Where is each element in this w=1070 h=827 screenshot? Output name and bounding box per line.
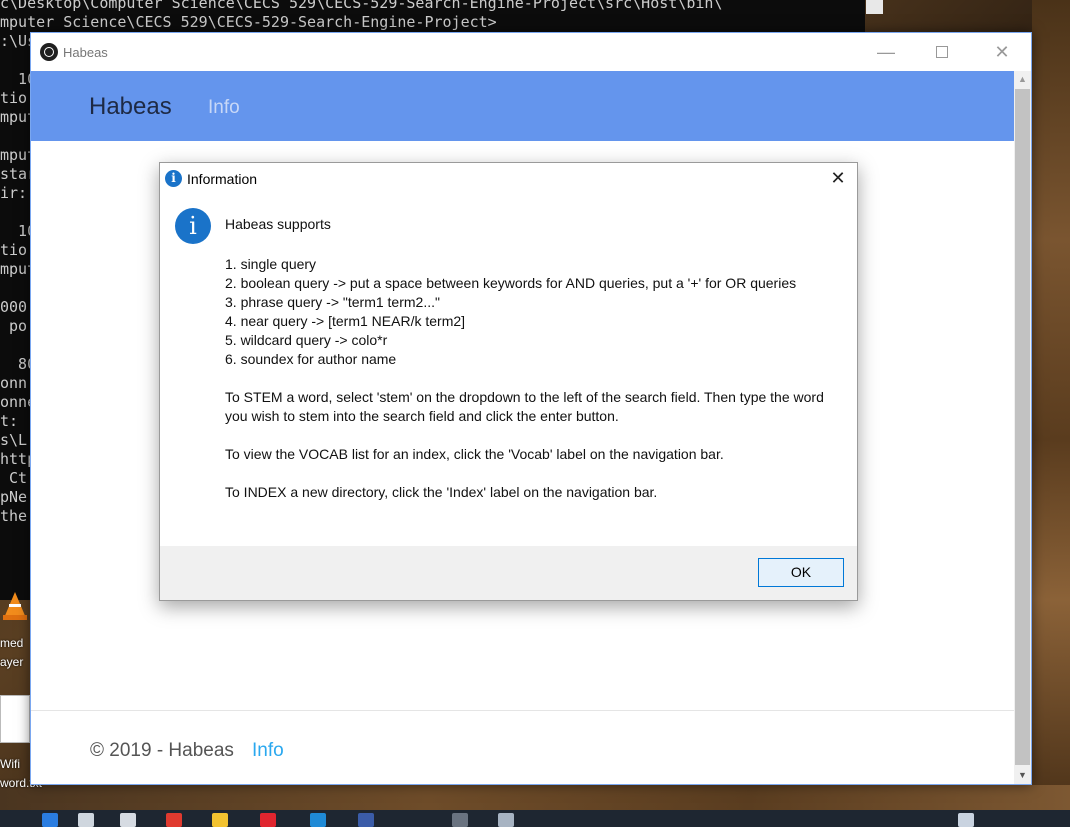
information-dialog: i Information ✕ i Habeas supports 1. sin… bbox=[159, 162, 858, 601]
ok-button[interactable]: OK bbox=[758, 558, 844, 587]
dialog-message: Habeas supports 1. single query 2. boole… bbox=[225, 215, 850, 502]
stem-instructions: To STEM a word, select 'stem' on the dro… bbox=[225, 389, 824, 424]
dialog-heading: Habeas supports bbox=[225, 216, 331, 232]
page-scrollbar[interactable]: ▲ ▼ bbox=[1014, 71, 1031, 784]
feature-item: 6. soundex for author name bbox=[225, 351, 397, 367]
console-line: ir: bbox=[0, 184, 28, 202]
console-line: mputer Science\CECS 529\CECS-529-Search-… bbox=[0, 13, 497, 31]
navbar: Habeas Info bbox=[31, 71, 1014, 141]
habeas-taskbar-icon[interactable] bbox=[498, 813, 514, 827]
index-instructions: To INDEX a new directory, click the 'Ind… bbox=[225, 484, 658, 500]
maximize-button[interactable] bbox=[919, 33, 965, 71]
window-titlebar[interactable]: Habeas — ✕ bbox=[31, 33, 1031, 71]
desktop-wallpaper-bottom bbox=[0, 785, 1070, 810]
console-line: onn bbox=[0, 374, 28, 392]
footer-divider bbox=[31, 710, 1014, 711]
console-line: t: bbox=[0, 412, 28, 430]
console-line: c\Desktop\Computer Science\CECS 529\CECS… bbox=[0, 0, 723, 12]
console-scroll-arrow[interactable] bbox=[866, 0, 883, 14]
console-line: pNe bbox=[0, 488, 28, 506]
text-file-icon[interactable] bbox=[0, 695, 30, 743]
console-line: s\L bbox=[0, 431, 28, 449]
footer-copyright: © 2019 - Habeas bbox=[90, 740, 234, 761]
browser-icon[interactable] bbox=[260, 813, 276, 827]
feature-item: 1. single query bbox=[225, 256, 317, 272]
file-explorer-icon[interactable] bbox=[212, 813, 228, 827]
task-view-icon[interactable] bbox=[120, 813, 136, 827]
desktop-icon-label: Wifi bbox=[0, 757, 20, 771]
vlc-icon[interactable] bbox=[0, 590, 30, 620]
navbar-brand[interactable]: Habeas bbox=[89, 93, 172, 121]
console-line: the bbox=[0, 507, 28, 525]
dialog-close-button[interactable]: ✕ bbox=[824, 166, 852, 190]
feature-item: 2. boolean query -> put a space between … bbox=[225, 275, 797, 291]
edge-icon[interactable] bbox=[310, 813, 326, 827]
console-line: 000 bbox=[0, 298, 28, 316]
feature-item: 3. phrase query -> "term1 term2..." bbox=[225, 294, 440, 310]
console-line: po bbox=[0, 317, 28, 335]
desktop-icon-label: ayer bbox=[0, 655, 24, 669]
tray-icon[interactable] bbox=[958, 813, 974, 827]
scroll-up-arrow-icon[interactable]: ▲ bbox=[1014, 71, 1031, 88]
vocab-instructions: To view the VOCAB list for an index, cli… bbox=[225, 446, 724, 462]
window-title: Habeas bbox=[63, 45, 108, 60]
start-icon[interactable] bbox=[42, 813, 58, 827]
minimize-button[interactable]: — bbox=[863, 33, 909, 71]
app-icon[interactable] bbox=[166, 813, 182, 827]
app-logo-icon bbox=[40, 43, 58, 61]
console-line: tio bbox=[0, 89, 28, 107]
dialog-footer: OK bbox=[160, 546, 857, 600]
console-line: tio bbox=[0, 241, 28, 259]
nav-link-info[interactable]: Info bbox=[208, 97, 240, 119]
footer-info-link[interactable]: Info bbox=[252, 740, 284, 762]
search-icon[interactable] bbox=[78, 813, 94, 827]
feature-item: 5. wildcard query -> colo*r bbox=[225, 332, 388, 348]
desktop-wallpaper bbox=[1032, 0, 1070, 800]
feature-item: 4. near query -> [term1 NEAR/k term2] bbox=[225, 313, 466, 329]
maximize-icon bbox=[936, 46, 948, 58]
info-icon: i bbox=[165, 170, 182, 187]
info-large-icon: i bbox=[175, 208, 211, 244]
console-line: Ct bbox=[0, 469, 28, 487]
scroll-down-arrow-icon[interactable]: ▼ bbox=[1014, 767, 1031, 784]
app-icon[interactable] bbox=[358, 813, 374, 827]
desktop-icon-label: med bbox=[0, 636, 24, 650]
taskbar bbox=[0, 810, 1070, 827]
dialog-title: Information bbox=[187, 171, 258, 187]
scroll-thumb[interactable] bbox=[1015, 89, 1030, 765]
close-window-button[interactable]: ✕ bbox=[979, 33, 1025, 71]
terminal-icon[interactable] bbox=[452, 813, 468, 827]
